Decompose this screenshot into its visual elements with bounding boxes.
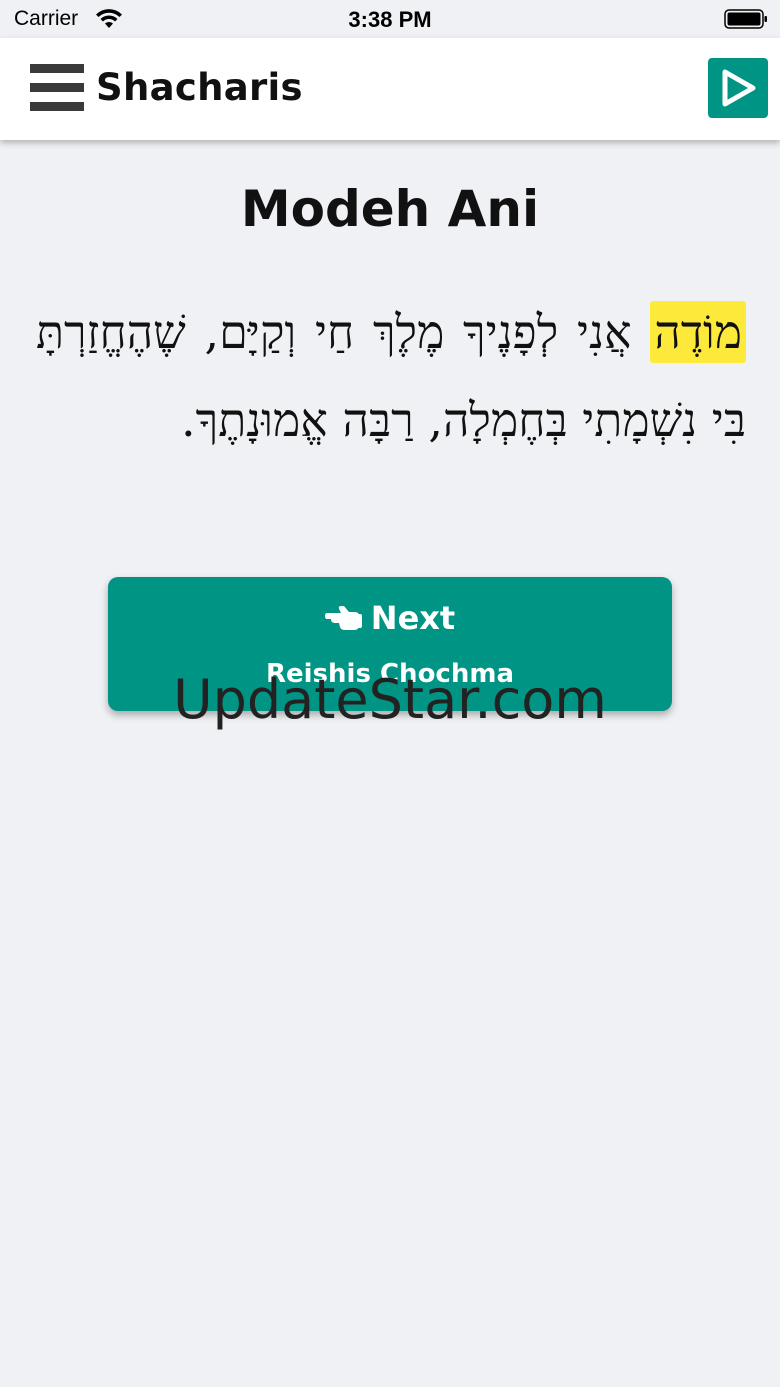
- play-icon: [722, 69, 756, 107]
- status-bar: Carrier 3:38 PM: [0, 0, 780, 38]
- pointing-hand-icon: [324, 606, 362, 630]
- navigation-bar: Shacharis: [0, 38, 780, 140]
- next-subtitle: Reishis Chochma: [265, 659, 514, 689]
- prayer-text: מוֹדֶה אֲנִי לְפָנֶיךָ מֶלֶךְ חַי וְקַיָ…: [36, 288, 747, 464]
- play-button[interactable]: [708, 58, 768, 118]
- next-button[interactable]: Next Reishis Chochma: [108, 577, 672, 711]
- next-label: Next: [370, 599, 456, 637]
- hamburger-menu-icon[interactable]: [30, 64, 84, 112]
- prayer-text-rest: אֲנִי לְפָנֶיךָ מֶלֶךְ חַי וְקַיָּם, שֶׁ…: [36, 305, 746, 447]
- next-button-row: Next: [108, 599, 672, 637]
- highlighted-word: מוֹדֶה: [650, 301, 747, 363]
- nav-title: Shacharis: [96, 66, 303, 109]
- battery-icon: [724, 9, 767, 29]
- prayer-title: Modeh Ani: [240, 180, 540, 238]
- status-time: 3:38 PM: [348, 7, 432, 32]
